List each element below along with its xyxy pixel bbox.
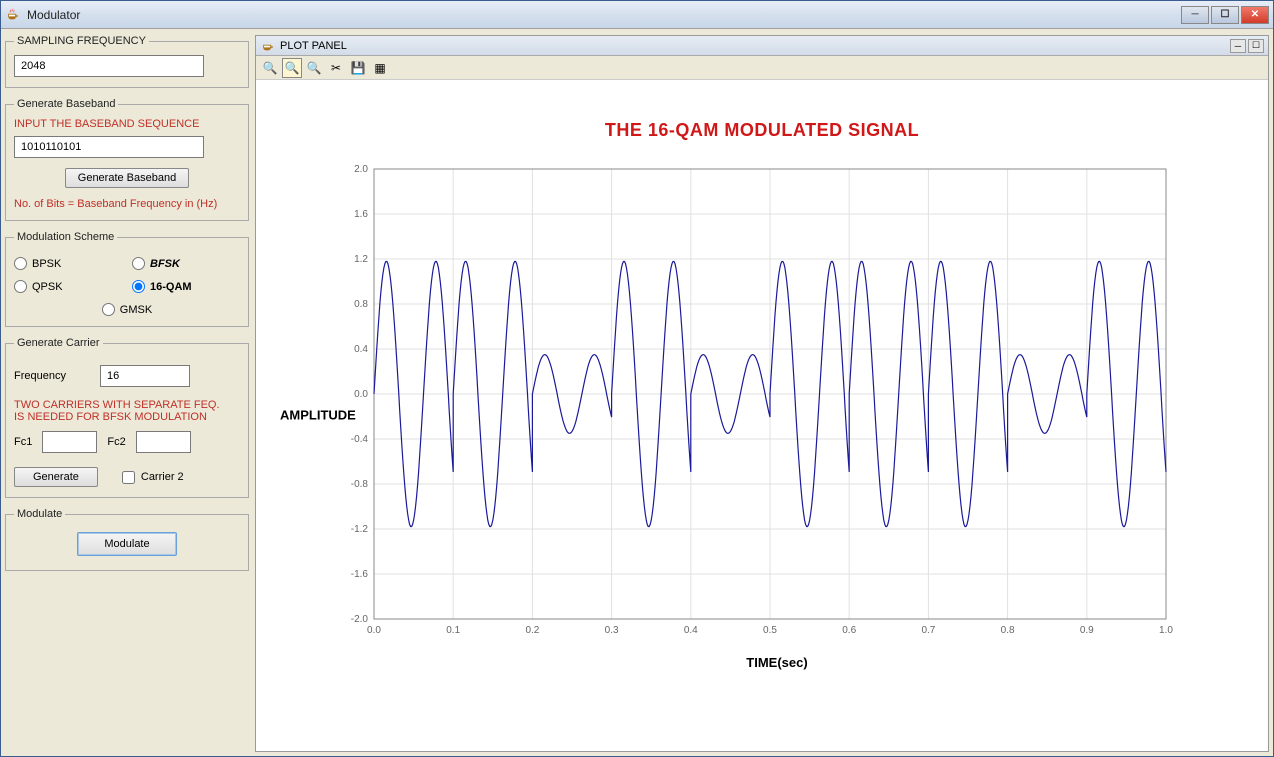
carrier-note1: TWO CARRIERS WITH SEPARATE FEQ. — [14, 399, 240, 411]
plot-area: PLOT PANEL ─ ☐ 🔍 🔍 🔍 ✂ 💾 ▦ THE 16-QAM MO… — [255, 35, 1269, 752]
zoom-box-icon[interactable]: 🔍 — [282, 58, 302, 78]
zoom-in-icon[interactable]: 🔍 — [260, 58, 280, 78]
chart-title: THE 16-QAM MODULATED SIGNAL — [266, 120, 1258, 141]
fc2-input[interactable] — [136, 431, 191, 453]
svg-text:1.2: 1.2 — [354, 254, 368, 265]
svg-text:0.4: 0.4 — [684, 625, 698, 636]
svg-text:1.0: 1.0 — [1159, 625, 1173, 636]
java-icon — [260, 38, 276, 54]
sidebar: SAMPLING FREQUENCY Generate Baseband INP… — [5, 35, 249, 752]
carrier-freq-input[interactable] — [100, 365, 190, 387]
modulate-group: Modulate Modulate — [5, 508, 249, 571]
svg-text:-2.0: -2.0 — [351, 614, 369, 625]
svg-text:-1.6: -1.6 — [351, 569, 369, 580]
plot-canvas: THE 16-QAM MODULATED SIGNAL AMPLITUDE 0.… — [256, 80, 1268, 751]
radio-gmsk-label: GMSK — [120, 304, 152, 316]
plot-toolbar: 🔍 🔍 🔍 ✂ 💾 ▦ — [256, 56, 1268, 80]
radio-16qam-label: 16-QAM — [150, 281, 192, 293]
modulate-legend: Modulate — [14, 508, 65, 520]
svg-text:0.7: 0.7 — [921, 625, 935, 636]
baseband-legend: Generate Baseband — [14, 98, 118, 110]
main-window: Modulator ─ ☐ ✕ SAMPLING FREQUENCY Gener… — [0, 0, 1274, 757]
scheme-legend: Modulation Scheme — [14, 231, 117, 243]
plot-panel-window: PLOT PANEL ─ ☐ 🔍 🔍 🔍 ✂ 💾 ▦ THE 16-QAM MO… — [255, 35, 1269, 752]
svg-text:0.2: 0.2 — [525, 625, 539, 636]
sampling-frequency-input[interactable] — [14, 55, 204, 77]
svg-text:0.6: 0.6 — [842, 625, 856, 636]
svg-text:0.1: 0.1 — [446, 625, 460, 636]
window-title: Modulator — [27, 8, 1181, 22]
chart-svg: 0.0 0.1 0.2 0.3 0.4 0.5 0.6 0.7 0.8 0.9 1.0 -2.0 -1.… — [316, 159, 1176, 649]
generate-carrier-button[interactable]: Generate — [14, 467, 98, 487]
modulation-scheme-group: Modulation Scheme BPSK BFSK QPSK 16-QAM … — [5, 231, 249, 327]
radio-bpsk[interactable]: BPSK — [14, 257, 122, 270]
carrier2-label: Carrier 2 — [141, 471, 184, 483]
zoom-reset-icon[interactable]: 🔍 — [304, 58, 324, 78]
chart-xlabel: TIME(sec) — [316, 655, 1238, 670]
svg-text:0.4: 0.4 — [354, 344, 368, 355]
carrier-legend: Generate Carrier — [14, 337, 103, 349]
window-buttons: ─ ☐ ✕ — [1181, 6, 1269, 24]
minimize-button[interactable]: ─ — [1181, 6, 1209, 24]
svg-text:0.9: 0.9 — [1080, 625, 1094, 636]
plot-maximize-button[interactable]: ☐ — [1248, 39, 1264, 53]
baseband-input-label: INPUT THE BASEBAND SEQUENCE — [14, 118, 240, 130]
fc1-input[interactable] — [42, 431, 97, 453]
carrier-freq-label: Frequency — [14, 370, 94, 382]
titlebar: Modulator ─ ☐ ✕ — [1, 1, 1273, 29]
radio-bpsk-label: BPSK — [32, 258, 61, 270]
fc2-label: Fc2 — [107, 436, 125, 448]
radio-qpsk[interactable]: QPSK — [14, 280, 122, 293]
svg-text:-0.8: -0.8 — [351, 479, 369, 490]
radio-gmsk[interactable]: GMSK — [102, 303, 152, 316]
plot-panel-title: PLOT PANEL — [280, 40, 1230, 52]
svg-text:0.8: 0.8 — [354, 299, 368, 310]
svg-text:1.6: 1.6 — [354, 209, 368, 220]
save-icon[interactable]: 💾 — [348, 58, 368, 78]
generate-baseband-button[interactable]: Generate Baseband — [65, 168, 189, 188]
sampling-legend: SAMPLING FREQUENCY — [14, 35, 149, 47]
maximize-button[interactable]: ☐ — [1211, 6, 1239, 24]
close-button[interactable]: ✕ — [1241, 6, 1269, 24]
svg-text:-1.2: -1.2 — [351, 524, 369, 535]
modulate-button[interactable]: Modulate — [77, 532, 176, 556]
fc1-label: Fc1 — [14, 436, 32, 448]
carrier2-checkbox[interactable]: Carrier 2 — [122, 471, 184, 484]
generate-baseband-group: Generate Baseband INPUT THE BASEBAND SEQ… — [5, 98, 249, 221]
plot-panel-titlebar: PLOT PANEL ─ ☐ — [256, 36, 1268, 56]
svg-text:0.0: 0.0 — [354, 389, 368, 400]
content-area: SAMPLING FREQUENCY Generate Baseband INP… — [1, 29, 1273, 756]
svg-text:0.0: 0.0 — [367, 625, 381, 636]
radio-16qam[interactable]: 16-QAM — [132, 280, 240, 293]
plot-minimize-button[interactable]: ─ — [1230, 39, 1246, 53]
carrier-note2: IS NEEDED FOR BFSK MODULATION — [14, 411, 240, 423]
baseband-sequence-input[interactable] — [14, 136, 204, 158]
radio-qpsk-label: QPSK — [32, 281, 63, 293]
radio-bfsk-label: BFSK — [150, 258, 180, 270]
fit-icon[interactable]: ✂ — [326, 58, 346, 78]
svg-text:-0.4: -0.4 — [351, 434, 369, 445]
baseband-note: No. of Bits = Baseband Frequency in (Hz) — [14, 198, 240, 210]
grid-icon[interactable]: ▦ — [370, 58, 390, 78]
java-icon — [5, 7, 21, 23]
radio-bfsk[interactable]: BFSK — [132, 257, 240, 270]
svg-text:0.8: 0.8 — [1001, 625, 1015, 636]
sampling-frequency-group: SAMPLING FREQUENCY — [5, 35, 249, 88]
svg-text:0.5: 0.5 — [763, 625, 777, 636]
svg-text:2.0: 2.0 — [354, 164, 368, 175]
svg-text:0.3: 0.3 — [605, 625, 619, 636]
generate-carrier-group: Generate Carrier Frequency TWO CARRIERS … — [5, 337, 249, 498]
